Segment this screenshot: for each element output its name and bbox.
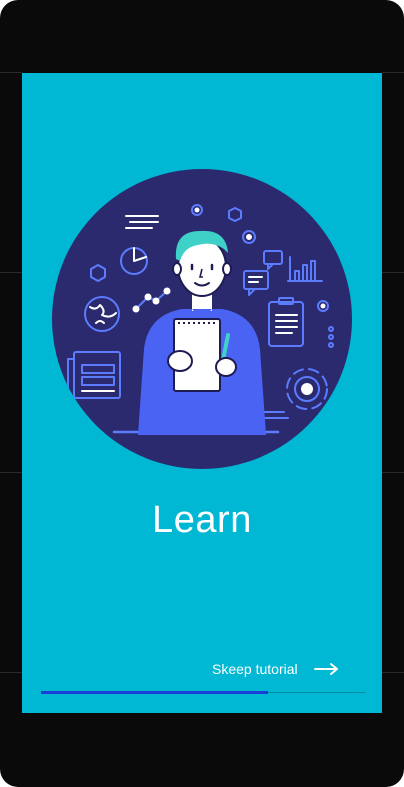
frame-divider (0, 672, 22, 673)
page-title: Learn (152, 499, 252, 541)
skip-tutorial-button[interactable]: Skeep tutorial (212, 657, 340, 681)
arrow-right-icon (313, 663, 338, 675)
frame-divider (382, 72, 404, 73)
frame-divider (382, 272, 404, 273)
onboarding-screen: Learn Skeep tutorial (22, 73, 382, 713)
device-frame: Learn Skeep tutorial (0, 0, 404, 787)
frame-divider (0, 72, 22, 73)
frame-divider (0, 272, 22, 273)
frame-divider (382, 672, 404, 673)
skip-tutorial-label: Skeep tutorial (212, 661, 298, 677)
frame-divider (0, 472, 22, 473)
tutorial-progress-bar (41, 691, 365, 694)
frame-divider (382, 472, 404, 473)
tutorial-progress-fill (41, 691, 268, 694)
learn-illustration-icon (52, 169, 352, 469)
